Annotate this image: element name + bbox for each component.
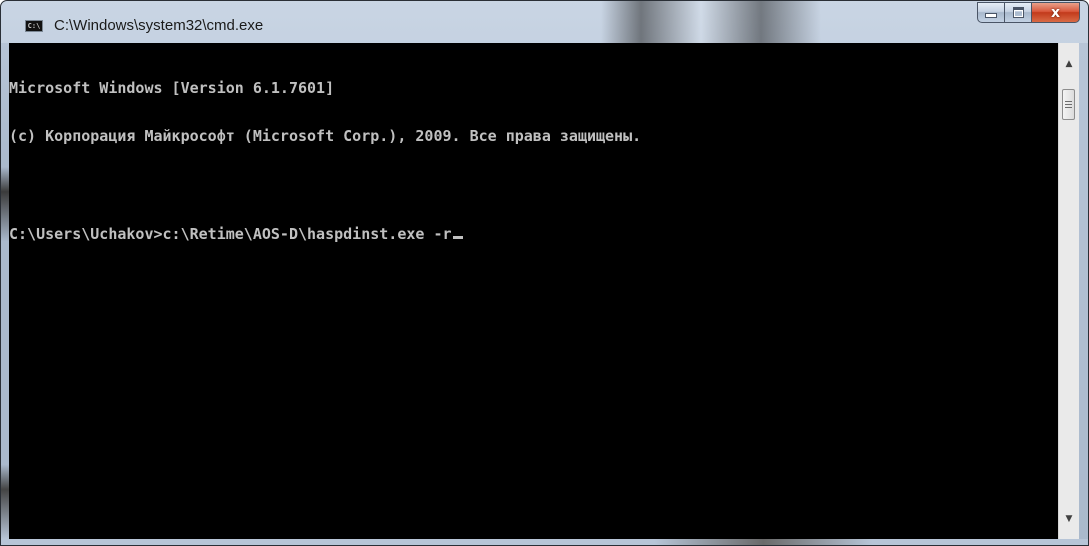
window-frame-bottom [1,539,1088,545]
close-button[interactable]: x [1032,2,1080,23]
close-icon: x [1050,4,1061,21]
maximize-icon [1012,7,1024,18]
window-frame-right [1079,43,1088,539]
maximize-button[interactable] [1005,2,1032,23]
console-command: C:\Users\Uchakov>c:\Retime\AOS-D\haspdin… [9,225,452,243]
window-title: C:\Windows\system32\cmd.exe [54,17,264,34]
console-line: Microsoft Windows [Version 6.1.7601] [9,79,335,97]
console-text: Microsoft Windows [Version 6.1.7601] (c)… [9,48,641,274]
title-bar[interactable]: C:\ C:\Windows\system32\cmd.exe x [1,1,1088,43]
scroll-up-arrow-icon[interactable]: ▲ [1059,55,1079,72]
console-line: (c) Корпорация Майкрософт (Microsoft Cor… [9,127,642,145]
thumb-grip [1065,107,1072,108]
text-cursor [452,236,463,239]
scroll-thumb[interactable] [1062,89,1075,120]
thumb-grip [1065,101,1072,102]
vertical-scrollbar[interactable]: ▲ ▼ [1058,43,1079,539]
caption-buttons: x [977,2,1080,23]
console-app-icon[interactable]: C:\ [25,20,43,32]
console-output[interactable]: Microsoft Windows [Version 6.1.7601] (c)… [9,43,1058,539]
thumb-grip [1065,104,1072,105]
minimize-icon [985,13,997,18]
console-prompt-line: C:\Users\Uchakov>c:\Retime\AOS-D\haspdin… [9,226,641,242]
scroll-down-arrow-icon[interactable]: ▼ [1059,510,1079,527]
minimize-button[interactable] [977,2,1005,23]
window-frame-left [1,43,9,539]
cmd-window: C:\ C:\Windows\system32\cmd.exe x Micros… [0,0,1089,546]
